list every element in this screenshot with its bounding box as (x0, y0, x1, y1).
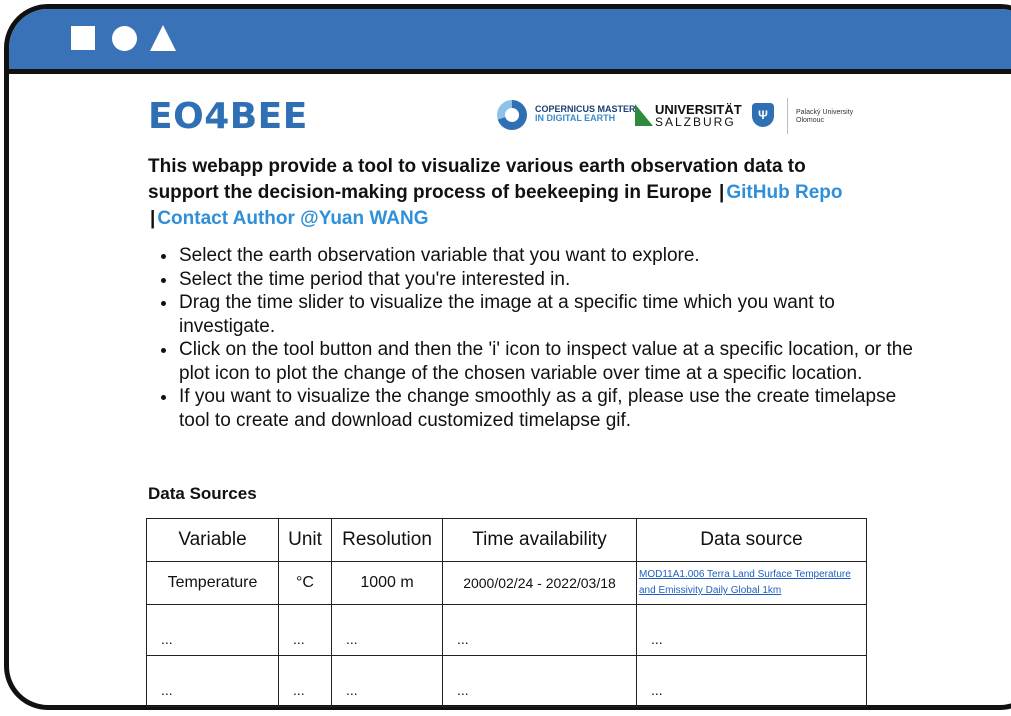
contact-author-link[interactable]: Contact Author @Yuan WANG (157, 208, 428, 229)
table-cell: ... (636, 655, 867, 707)
column-header: Time availability (442, 518, 637, 562)
table-cell: MOD11A1.006 Terra Land Surface Temperatu… (636, 561, 867, 605)
salzburg-logo-icon (635, 104, 653, 126)
separator: | (719, 182, 725, 203)
table-header-row: Variable Unit Resolution Time availabili… (146, 518, 867, 562)
table-cell: °C (278, 561, 332, 605)
table-cell: ... (146, 604, 279, 656)
table-cell: Temperature (146, 561, 279, 605)
table-cell: ... (636, 604, 867, 656)
table-cell: 1000 m (331, 561, 443, 605)
palacky-line1: Palacký University (796, 109, 854, 116)
table-row: ... ... ... ... ... (146, 655, 867, 707)
salzburg-line2: SALZBURG (655, 115, 736, 129)
column-header: Resolution (331, 518, 443, 562)
table-cell: ... (278, 655, 332, 707)
page-content: EO4BEE COPERNICUS MASTER IN DIGITAL EARTH… (0, 0, 1011, 716)
table-cell: 2000/02/24 - 2022/03/18 (442, 561, 637, 605)
instruction-item: Select the time period that you're inter… (178, 268, 918, 292)
palacky-shield-icon: Ψ (752, 103, 774, 127)
salzburg-logo-text: UNIVERSITÄT SALZBURG (655, 103, 742, 129)
copernicus-logo-text: COPERNICUS MASTER IN DIGITAL EARTH (535, 105, 636, 123)
logo-divider (787, 98, 788, 134)
column-header: Unit (278, 518, 332, 562)
github-repo-link[interactable]: GitHub Repo (726, 182, 842, 203)
instruction-item: Click on the tool button and then the 'i… (178, 338, 918, 385)
table-cell: ... (442, 655, 637, 707)
palacky-logo-text: Palacký University Olomouc (796, 109, 853, 125)
data-sources-heading: Data Sources (148, 484, 257, 503)
table-cell: ... (278, 604, 332, 656)
copernicus-logo-icon (497, 100, 527, 130)
partner-logos: COPERNICUS MASTER IN DIGITAL EARTH UNIVER… (497, 98, 877, 134)
separator: | (150, 208, 156, 229)
app-description: This webapp provide a tool to visualize … (148, 154, 868, 232)
instruction-list: Select the earth observation variable th… (150, 244, 918, 432)
table-cell: ... (331, 655, 443, 707)
instruction-item: If you want to visualize the change smoo… (178, 385, 918, 432)
table-cell: ... (442, 604, 637, 656)
column-header: Variable (146, 518, 279, 562)
data-source-link[interactable]: MOD11A1.006 Terra Land Surface Temperatu… (639, 569, 851, 596)
palacky-line2: Olomouc (796, 117, 825, 124)
column-header: Data source (636, 518, 867, 562)
instruction-item: Select the earth observation variable th… (178, 244, 918, 268)
table-cell: ... (331, 604, 443, 656)
data-sources-table: Variable Unit Resolution Time availabili… (146, 518, 867, 707)
copernicus-line2: IN DIGITAL EARTH (535, 113, 616, 123)
table-row: ... ... ... ... ... (146, 604, 867, 656)
table-cell: ... (146, 655, 279, 707)
table-row: Temperature °C 1000 m 2000/02/24 - 2022/… (146, 561, 867, 605)
app-title: EO4BEE (148, 96, 308, 137)
description-text: This webapp provide a tool to visualize … (148, 156, 806, 203)
instruction-item: Drag the time slider to visualize the im… (178, 291, 918, 338)
